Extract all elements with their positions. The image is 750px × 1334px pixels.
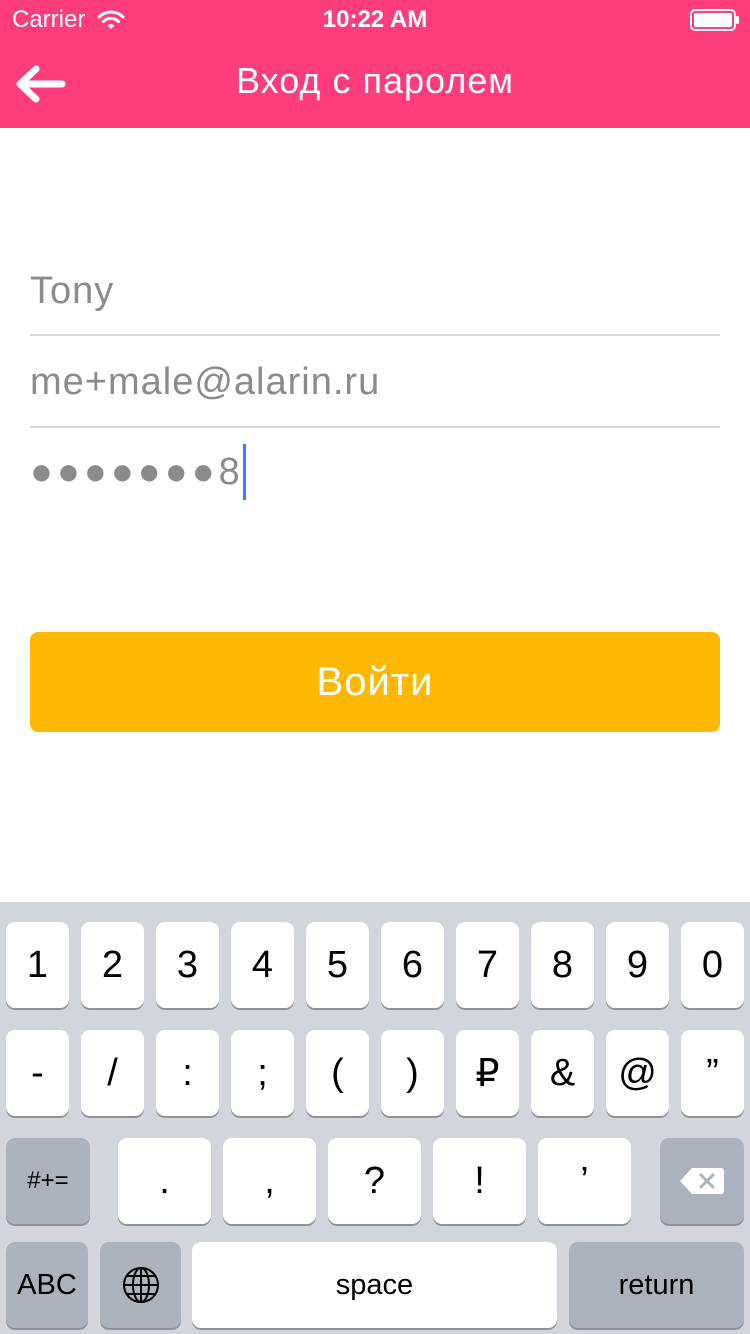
key-5[interactable]: 5 bbox=[306, 922, 369, 1008]
password-last-char: 8 bbox=[218, 450, 241, 493]
email-field-divider bbox=[30, 426, 720, 428]
key-space[interactable]: space bbox=[192, 1242, 557, 1328]
key-at[interactable]: @ bbox=[606, 1030, 669, 1116]
battery-icon bbox=[690, 9, 739, 31]
key-8[interactable]: 8 bbox=[531, 922, 594, 1008]
key-close-paren[interactable]: ) bbox=[381, 1030, 444, 1116]
key-ruble[interactable]: ₽ bbox=[456, 1030, 519, 1116]
key-4[interactable]: 4 bbox=[231, 922, 294, 1008]
key-0[interactable]: 0 bbox=[681, 922, 744, 1008]
key-question[interactable]: ? bbox=[328, 1138, 421, 1224]
password-field[interactable]: ●●●●●●● 8 bbox=[30, 432, 720, 512]
key-return[interactable]: return bbox=[569, 1242, 744, 1328]
email-field[interactable]: me+male@alarin.ru bbox=[30, 342, 720, 422]
navigation-header: Carrier 10:22 AM Вход с паролем bbox=[0, 0, 750, 128]
key-7[interactable]: 7 bbox=[456, 922, 519, 1008]
backspace-icon bbox=[680, 1168, 724, 1194]
status-time: 10:22 AM bbox=[322, 6, 428, 33]
key-exclamation[interactable]: ! bbox=[433, 1138, 526, 1224]
key-ampersand[interactable]: & bbox=[531, 1030, 594, 1116]
key-abc[interactable]: ABC bbox=[6, 1242, 88, 1328]
key-colon[interactable]: : bbox=[156, 1030, 219, 1116]
key-comma[interactable]: , bbox=[223, 1138, 316, 1224]
key-more-symbols[interactable]: #+= bbox=[6, 1138, 90, 1224]
key-quote[interactable]: ” bbox=[681, 1030, 744, 1116]
key-1[interactable]: 1 bbox=[6, 922, 69, 1008]
key-semicolon[interactable]: ; bbox=[231, 1030, 294, 1116]
key-6[interactable]: 6 bbox=[381, 922, 444, 1008]
backspace-button[interactable] bbox=[660, 1138, 744, 1224]
password-masked-value: ●●●●●●● bbox=[30, 450, 219, 493]
login-button-label: Войти bbox=[316, 659, 434, 704]
name-field-divider bbox=[30, 334, 720, 336]
keyboard: 1 2 3 4 5 6 7 8 9 0 - / : ; ( ) ₽ & @ ” … bbox=[0, 902, 750, 1334]
page-title: Вход с паролем bbox=[236, 60, 514, 101]
email-value: me+male@alarin.ru bbox=[30, 360, 381, 403]
key-2[interactable]: 2 bbox=[81, 922, 144, 1008]
key-slash[interactable]: / bbox=[81, 1030, 144, 1116]
key-period[interactable]: . bbox=[118, 1138, 211, 1224]
status-bar: Carrier 10:22 AM bbox=[0, 0, 750, 40]
key-open-paren[interactable]: ( bbox=[306, 1030, 369, 1116]
key-3[interactable]: 3 bbox=[156, 922, 219, 1008]
name-field[interactable]: Tony bbox=[30, 251, 720, 331]
key-9[interactable]: 9 bbox=[606, 922, 669, 1008]
name-value: Tony bbox=[30, 269, 115, 312]
login-button[interactable]: Войти bbox=[30, 632, 720, 732]
key-hyphen[interactable]: - bbox=[6, 1030, 69, 1116]
globe-button[interactable] bbox=[100, 1242, 181, 1328]
key-apostrophe[interactable]: ’ bbox=[538, 1138, 631, 1224]
globe-icon bbox=[122, 1267, 159, 1303]
text-cursor bbox=[242, 444, 246, 500]
